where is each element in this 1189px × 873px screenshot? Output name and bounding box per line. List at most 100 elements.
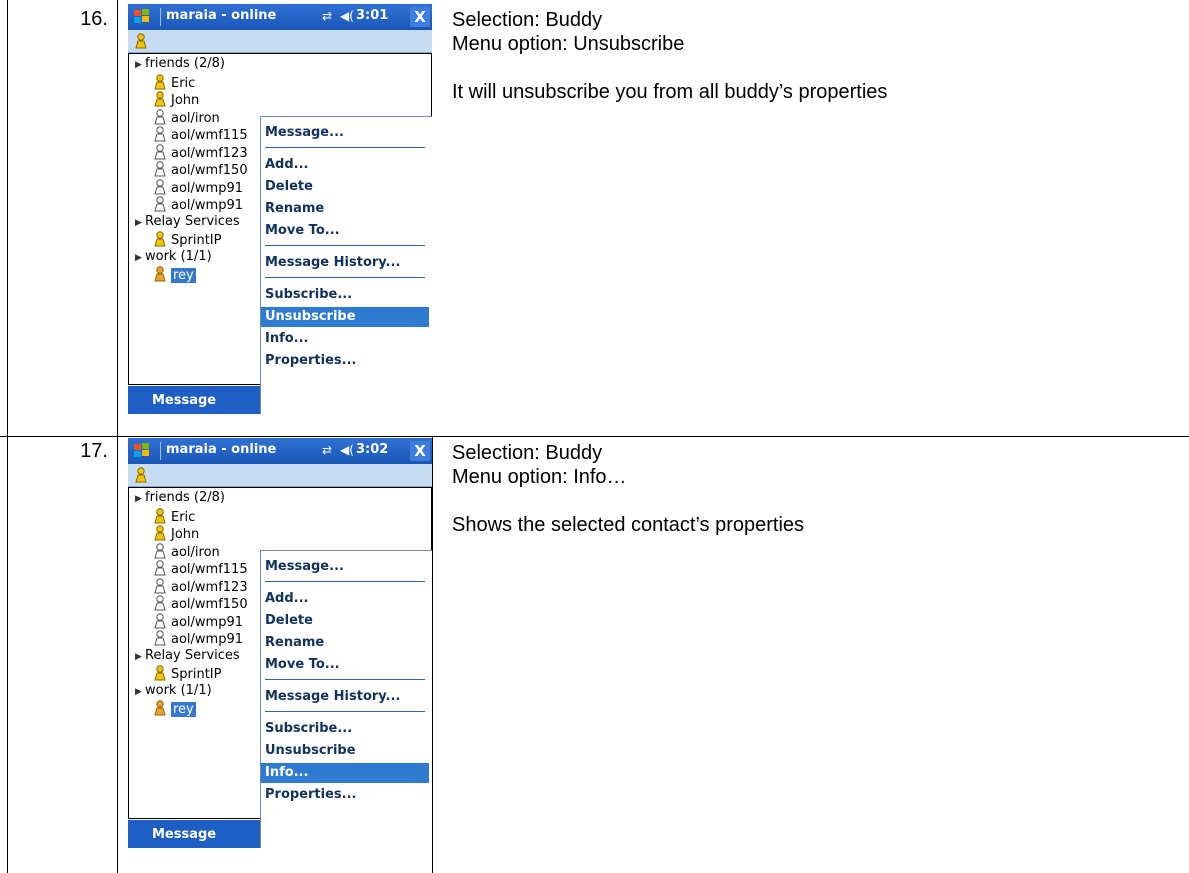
buddy-group[interactable]: ▶ friends (2/8) (135, 56, 225, 71)
buddy-group[interactable]: ▶ Relay Services (135, 214, 240, 229)
buddy-status-icon[interactable] (134, 467, 148, 488)
buddy-item[interactable]: John (153, 91, 199, 108)
buddy-item[interactable]: John (153, 525, 199, 542)
offline-buddy-icon (153, 612, 167, 629)
offline-buddy-icon (153, 161, 167, 177)
menu-item-info[interactable]: Info... (261, 763, 429, 783)
menu-item-rename[interactable]: Rename (261, 633, 429, 653)
buddy-item[interactable]: aol/wmf123 (153, 577, 248, 595)
menu-item-move-to[interactable]: Move To... (261, 655, 429, 675)
offline-buddy-icon (153, 542, 167, 559)
buddy-item[interactable]: Eric (153, 73, 195, 91)
menu-item-rename[interactable]: Rename (261, 199, 429, 219)
buddy-label: aol/wmp91 (171, 198, 244, 213)
buddy-item[interactable]: aol/iron (153, 108, 220, 126)
online-buddy-icon (153, 665, 167, 681)
close-button[interactable]: X (410, 441, 430, 461)
buddy-label: aol/wmp91 (171, 632, 244, 647)
message-softkey[interactable]: Message (152, 393, 216, 408)
buddy-item[interactable]: aol/wmf115 (153, 560, 248, 577)
online-buddy-icon (153, 231, 167, 247)
windows-start-icon[interactable] (132, 441, 152, 461)
clock[interactable]: 3:02 (356, 442, 388, 457)
menu-item-info[interactable]: Info... (261, 329, 429, 349)
offline-buddy-icon (153, 577, 167, 594)
buddy-label: aol/wmf115 (171, 562, 248, 577)
buddy-label: aol/wmf123 (171, 579, 248, 595)
online-buddy-icon (153, 507, 167, 524)
buddy-item[interactable]: SprintIP (153, 231, 221, 248)
buddy-item[interactable]: aol/iron (153, 542, 220, 560)
buddy-status-icon[interactable] (134, 33, 148, 54)
buddy-item[interactable]: Eric (153, 507, 195, 525)
buddy-group[interactable]: ▶ friends (2/8) (135, 490, 225, 505)
windows-start-icon[interactable] (132, 7, 152, 27)
menu-item-delete[interactable]: Delete (261, 177, 429, 197)
buddy-label: aol/wmp91 (171, 614, 244, 630)
buddy-item[interactable]: aol/wmp91 (153, 630, 243, 647)
menu-separator (265, 245, 425, 246)
expand-arrow-icon[interactable]: ▶ (135, 253, 145, 263)
context-menu: Message... Add... Delete Rename Move To... Me… (260, 550, 432, 848)
volume-icon[interactable]: ◀( (340, 443, 354, 457)
connectivity-icon[interactable]: ⇄ (322, 9, 332, 23)
buddy-label: SprintIP (171, 667, 222, 682)
buddy-label: John (171, 527, 200, 542)
expand-arrow-icon[interactable]: ▶ (135, 687, 145, 697)
expand-arrow-icon[interactable]: ▶ (135, 60, 145, 70)
menu-item-unsubscribe[interactable]: Unsubscribe (261, 741, 429, 761)
buddy-item[interactable]: aol/wmf150 (153, 595, 248, 612)
menu-separator (265, 679, 425, 680)
buddy-label: rey (171, 268, 196, 283)
volume-icon[interactable]: ◀( (340, 9, 354, 23)
menu-item-properties[interactable]: Properties... (261, 351, 429, 371)
buddy-item[interactable]: aol/wmp91 (153, 178, 243, 196)
buddy-item[interactable]: aol/wmp91 (153, 612, 244, 630)
menu-separator (265, 277, 425, 278)
menu-item-properties[interactable]: Properties... (261, 785, 429, 805)
buddy-label: aol/wmf150 (171, 163, 248, 178)
buddy-group[interactable]: ▶ work (1/1) (135, 683, 212, 698)
expand-arrow-icon[interactable]: ▶ (135, 652, 145, 662)
buddy-label: aol/iron (171, 544, 220, 560)
buddy-item[interactable]: aol/wmp91 (153, 196, 243, 213)
title-bar: maraia - online ⇄ ◀(3:02 X (128, 438, 432, 464)
menu-item-unsubscribe[interactable]: Unsubscribe (261, 307, 429, 327)
message-softkey[interactable]: Message (152, 827, 216, 842)
connectivity-icon[interactable]: ⇄ (322, 443, 332, 457)
menu-item-message-history[interactable]: Message History... (261, 253, 429, 273)
group-label: Relay Services (145, 647, 240, 663)
menu-item-move-to[interactable]: Move To... (261, 221, 429, 241)
buddy-item[interactable]: aol/wmf150 (153, 161, 248, 178)
buddy-item[interactable]: SprintIP (153, 665, 221, 682)
row-divider (0, 436, 1189, 437)
menu-item-subscribe[interactable]: Subscribe... (261, 285, 429, 305)
menu-item-add[interactable]: Add... (261, 589, 429, 609)
offline-buddy-icon (153, 108, 167, 125)
buddy-group[interactable]: ▶ Relay Services (135, 648, 240, 663)
close-button[interactable]: X (410, 7, 430, 27)
menu-item-message[interactable]: Message... (261, 557, 429, 577)
menu-item-add[interactable]: Add... (261, 155, 429, 175)
menu-item-subscribe[interactable]: Subscribe... (261, 719, 429, 739)
menu-item-message[interactable]: Message... (261, 123, 429, 143)
group-label: work (1/1) (145, 248, 212, 264)
table-left-border-17 (7, 436, 8, 873)
buddy-item[interactable]: aol/wmf115 (153, 126, 248, 143)
offline-buddy-icon (153, 126, 167, 142)
online-buddy-icon (153, 91, 167, 107)
buddy-group[interactable]: ▶ work (1/1) (135, 249, 212, 264)
description-text: Shows the selected contact’s properties (452, 514, 805, 536)
title-bar: maraia - online ⇄ ◀(3:01 X (128, 4, 432, 30)
step-description: Selection: Buddy Menu option: Unsubscrib… (452, 8, 887, 104)
menu-item-message-history[interactable]: Message History... (261, 687, 429, 707)
table-left-border (7, 0, 8, 436)
buddy-item[interactable]: rey (153, 700, 196, 717)
expand-arrow-icon[interactable]: ▶ (135, 494, 145, 504)
buddy-item[interactable]: rey (153, 266, 196, 283)
buddy-item[interactable]: aol/wmf123 (153, 143, 248, 161)
offline-buddy-icon (153, 595, 167, 611)
clock[interactable]: 3:01 (356, 8, 388, 23)
menu-item-delete[interactable]: Delete (261, 611, 429, 631)
expand-arrow-icon[interactable]: ▶ (135, 218, 145, 228)
